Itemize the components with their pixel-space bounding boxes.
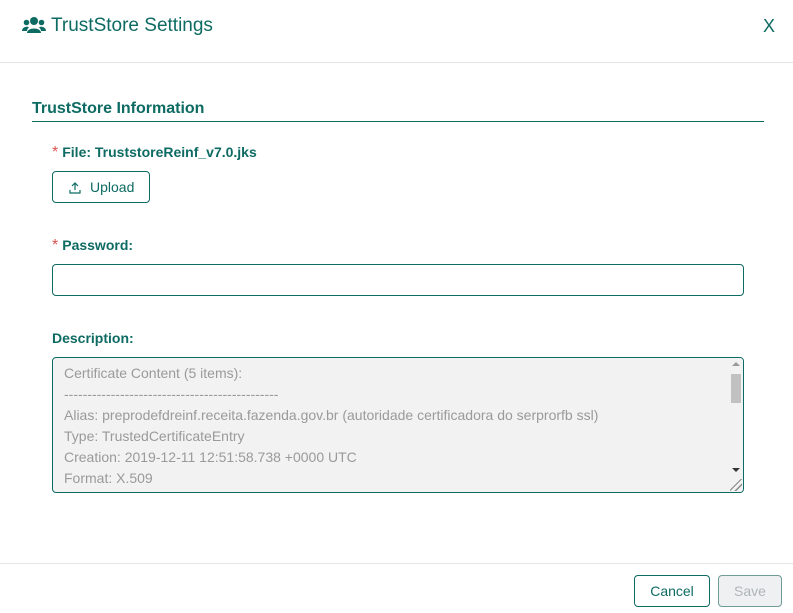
description-textarea[interactable]: Certificate Content (5 items): ---------…: [52, 357, 744, 493]
scroll-down-arrow-icon[interactable]: [732, 468, 740, 472]
resize-grip-icon[interactable]: [730, 479, 742, 491]
users-icon: [22, 16, 46, 34]
upload-button[interactable]: Upload: [52, 171, 150, 203]
description-line: ----------------------------------------…: [64, 386, 279, 402]
truststore-settings-dialog: TrustStore Settings X TrustStore Informa…: [0, 0, 793, 613]
dialog-header: TrustStore Settings X: [0, 0, 793, 63]
description-line: Certificate Content (5 items):: [64, 365, 243, 381]
required-mark: *: [52, 144, 59, 161]
password-label: * Password:: [52, 237, 133, 254]
section-title: TrustStore Information: [32, 100, 205, 117]
scroll-up-arrow-icon[interactable]: [732, 362, 740, 366]
file-label: * File: TruststoreReinf_v7.0.jks: [52, 144, 257, 161]
password-label-text: Password:: [62, 237, 134, 253]
description-scrollbar[interactable]: [728, 358, 743, 492]
upload-button-label: Upload: [90, 179, 135, 195]
description-label: Description:: [52, 330, 134, 346]
dialog-title: TrustStore Settings: [51, 15, 213, 36]
close-button[interactable]: X: [763, 16, 775, 36]
required-mark: *: [52, 237, 59, 254]
file-label-text: File: TruststoreReinf_v7.0.jks: [62, 144, 257, 160]
description-line: Alias: preprodefdreinf.receita.fazenda.g…: [64, 407, 599, 423]
description-line: Type: TrustedCertificateEntry: [64, 428, 245, 444]
cancel-button[interactable]: Cancel: [634, 575, 710, 607]
password-input[interactable]: [52, 264, 744, 296]
upload-icon: [69, 181, 81, 194]
description-line: Format: X.509: [64, 470, 153, 486]
description-content: Certificate Content (5 items): ---------…: [64, 363, 729, 489]
section-divider: [32, 121, 764, 122]
scroll-thumb[interactable]: [731, 374, 741, 403]
dialog-footer: Cancel Save: [0, 563, 793, 613]
save-button[interactable]: Save: [718, 575, 782, 607]
description-line: Creation: 2019-12-11 12:51:58.738 +0000 …: [64, 449, 357, 465]
